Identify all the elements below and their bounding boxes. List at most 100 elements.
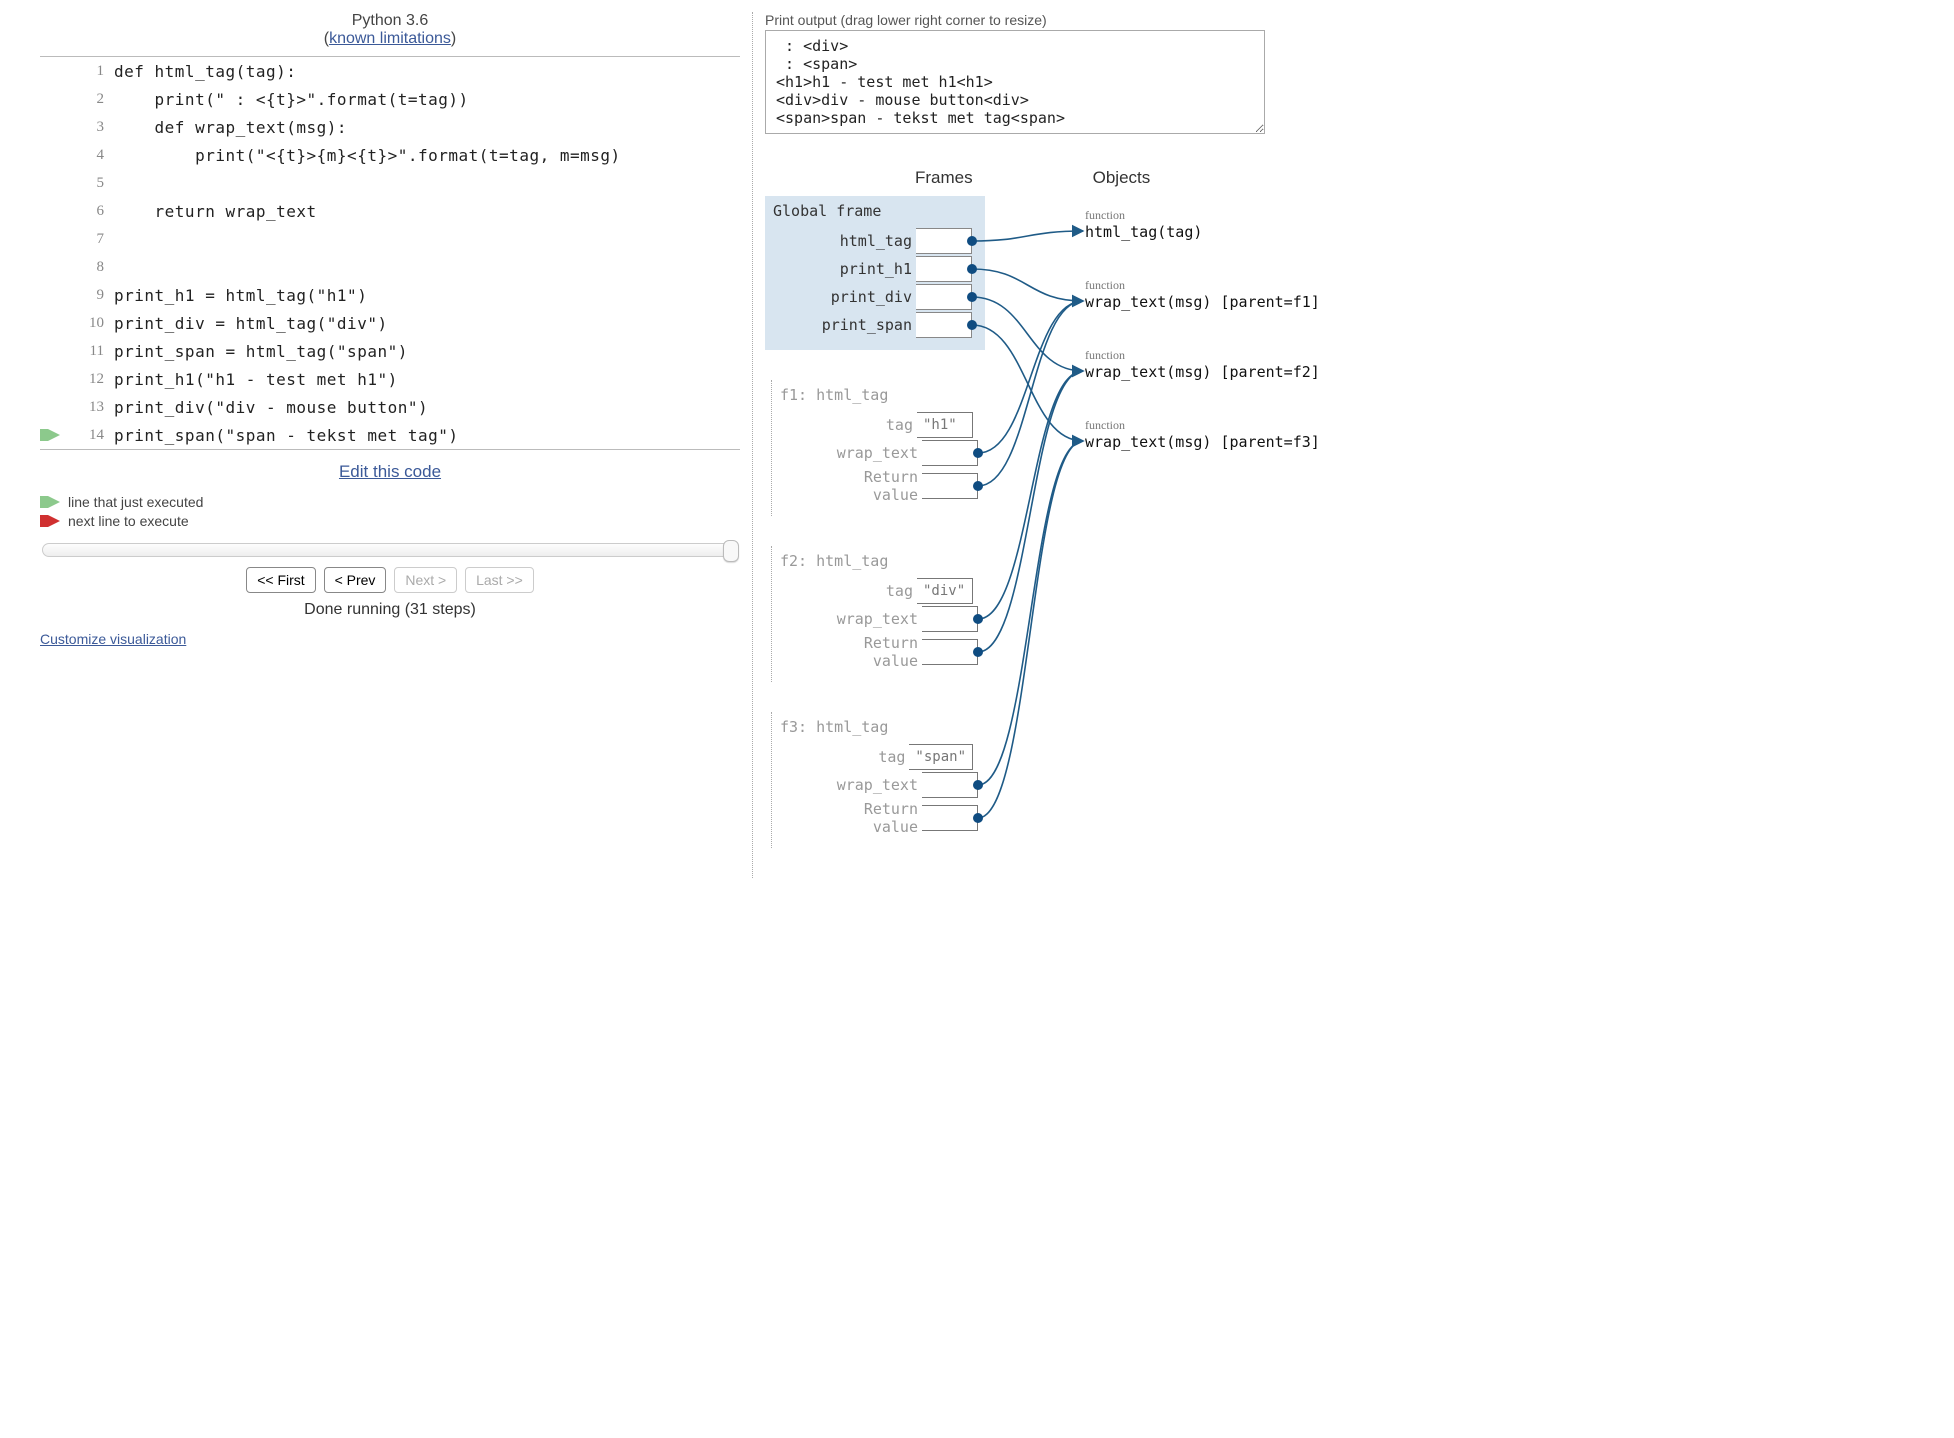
code-line: 1def html_tag(tag): [40, 57, 740, 85]
var-name: tag [878, 748, 909, 766]
objects-heading: Objects [1093, 168, 1151, 188]
var-name: tag [886, 416, 917, 434]
object-type: function [1085, 278, 1320, 293]
object-type: function [1085, 348, 1320, 363]
nav-buttons: << First < Prev Next > Last >> [40, 565, 740, 595]
frame-f2: f2: html_tag tag"div" wrap_text Return val… [771, 546, 991, 682]
object-function: function wrap_text(msg) [parent=f2] [1085, 348, 1320, 381]
var-value: "span" [909, 744, 973, 770]
var-value [916, 312, 972, 338]
global-frame: Global frame html_tag print_h1 print_divpr… [765, 196, 985, 350]
var-name: tag [886, 582, 917, 600]
frames-objects-header: Frames Objects [915, 168, 1942, 188]
var-value [922, 805, 978, 831]
prev-button[interactable]: < Prev [324, 567, 387, 593]
code-text: print_div = html_tag("div") [114, 314, 388, 333]
code-text: print(" : <{t}>".format(t=tag)) [114, 90, 469, 109]
var-row: wrap_text [780, 606, 983, 632]
code-listing: 1def html_tag(tag):2 print(" : <{t}>".fo… [40, 56, 740, 450]
output-label: Print output (drag lower right corner to… [765, 12, 1942, 28]
var-name: print_h1 [840, 260, 916, 278]
var-row: html_tag [773, 228, 977, 254]
pointer-anchor [967, 236, 977, 246]
code-line: 9print_h1 = html_tag("h1") [40, 281, 740, 309]
object-function: function wrap_text(msg) [parent=f3] [1085, 418, 1320, 451]
exec-arrow-icon [40, 429, 64, 441]
line-number: 6 [64, 203, 114, 220]
pointer-anchor [973, 481, 983, 491]
known-limitations-link[interactable]: known limitations [329, 30, 451, 47]
code-text: def wrap_text(msg): [114, 118, 347, 137]
var-value: "h1" [917, 412, 973, 438]
code-line: 6 return wrap_text [40, 197, 740, 225]
frame-title: f2: html_tag [780, 552, 983, 570]
code-line: 8 [40, 253, 740, 281]
frame-f3: f3: html_tag tag"span"wrap_textReturn va… [771, 712, 991, 848]
code-line: 4 print("<{t}>{m}<{t}>".format(t=tag, m=… [40, 141, 740, 169]
edit-code-link[interactable]: Edit this code [339, 462, 441, 481]
var-name: print_span [822, 316, 916, 334]
frame-f1: f1: html_tag tag"h1"wrap_textReturn valu… [771, 380, 991, 516]
var-name: wrap_text [837, 776, 922, 794]
pointer-anchor [973, 780, 983, 790]
var-name: wrap_text [837, 610, 922, 628]
var-value [922, 473, 978, 499]
var-row: tag"span" [780, 744, 983, 770]
code-line: 7 [40, 225, 740, 253]
code-text: print_span("span - tekst met tag") [114, 426, 459, 445]
legend-next: next line to execute [68, 513, 189, 529]
code-line: 10print_div = html_tag("div") [40, 309, 740, 337]
pointer-anchor [973, 647, 983, 657]
var-name: wrap_text [837, 444, 922, 462]
var-value [922, 606, 978, 632]
var-row: wrap_text [780, 772, 983, 798]
first-button[interactable]: << First [246, 567, 315, 593]
last-button: Last >> [465, 567, 534, 593]
output-box[interactable]: : <div> : <span> <h1>h1 - test met h1<h1… [765, 30, 1265, 134]
line-number: 13 [64, 399, 114, 416]
pointer-anchor [973, 614, 983, 624]
pointer-anchor [973, 448, 983, 458]
var-row: print_h1 [773, 256, 977, 282]
object-type: function [1085, 418, 1320, 433]
object-signature: wrap_text(msg) [parent=f2] [1085, 363, 1320, 381]
var-name: html_tag [840, 232, 916, 250]
object-signature: html_tag(tag) [1085, 223, 1202, 241]
code-text: return wrap_text [114, 202, 317, 221]
arrow-legend: line that just executed next line to exe… [40, 494, 740, 529]
line-number: 11 [64, 343, 114, 360]
code-line: 5 [40, 169, 740, 197]
var-value [922, 440, 978, 466]
step-slider[interactable] [42, 543, 738, 557]
var-value: "div" [917, 578, 973, 604]
frames-heading: Frames [915, 168, 973, 188]
var-row: Return value [780, 634, 983, 670]
line-number: 1 [64, 63, 114, 80]
pointer-anchor [967, 320, 977, 330]
header: Python 3.6 (known limitations) [40, 12, 740, 48]
var-name: print_div [831, 288, 916, 306]
object-signature: wrap_text(msg) [parent=f1] [1085, 293, 1320, 311]
var-row: wrap_text [780, 440, 983, 466]
status-text: Done running (31 steps) [40, 601, 740, 619]
line-number: 14 [64, 427, 114, 444]
next-button: Next > [394, 567, 457, 593]
code-line: 14print_span("span - tekst met tag") [40, 421, 740, 449]
code-line: 2 print(" : <{t}>".format(t=tag)) [40, 85, 740, 113]
line-number: 10 [64, 315, 114, 332]
var-name: Return value [864, 468, 922, 504]
line-number: 12 [64, 371, 114, 388]
visualization-area: Global frame html_tag print_h1 print_divpr… [765, 196, 1942, 848]
customize-link[interactable]: Customize visualization [40, 631, 186, 647]
code-line: 13print_div("div - mouse button") [40, 393, 740, 421]
line-number: 2 [64, 91, 114, 108]
frame-title: f3: html_tag [780, 718, 983, 736]
slider-thumb[interactable] [723, 540, 739, 562]
code-line: 3 def wrap_text(msg): [40, 113, 740, 141]
pointer-anchor [967, 292, 977, 302]
frame-title: Global frame [773, 202, 977, 220]
var-value [916, 256, 972, 282]
var-row: Return value [780, 468, 983, 504]
var-value [916, 228, 972, 254]
var-row: tag"h1" [780, 412, 983, 438]
